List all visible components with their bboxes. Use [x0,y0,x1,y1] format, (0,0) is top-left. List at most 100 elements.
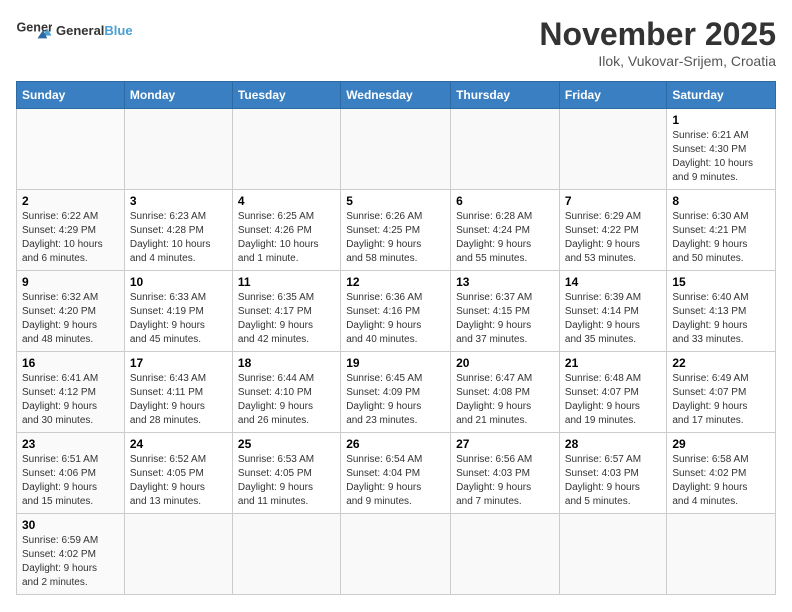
day-number: 14 [565,275,661,289]
day-cell: 12Sunrise: 6:36 AM Sunset: 4:16 PM Dayli… [341,271,451,352]
day-cell: 24 Sunrise: 6:52 AM Sunset: 4:05 PM Dayli… [124,433,232,514]
location: Ilok, Vukovar-Srijem, Croatia [539,53,776,69]
title-block: November 2025 Ilok, Vukovar-Srijem, Croa… [539,16,776,69]
day-cell: 2Sunrise: 6:22 AM Sunset: 4:29 PM Daylig… [17,190,125,271]
day-number: 12 [346,275,445,289]
day-cell: 16 Sunrise: 6:41 AM Sunset: 4:12 PM Dayli… [17,352,125,433]
day-info: Sunrise: 6:44 AM Sunset: 4:10 PM Dayligh… [238,372,335,428]
day-info: Sunrise: 6:21 AM Sunset: 4:30 PM Dayligh… [672,129,770,185]
week-row-3: 9Sunrise: 6:32 AM Sunset: 4:20 PM Daylig… [17,271,776,352]
day-number: 28 [565,437,661,451]
col-header-sunday: Sunday [17,82,125,109]
day-info: Sunrise: 6:22 AM Sunset: 4:29 PM Dayligh… [22,210,119,266]
day-info: Sunrise: 6:40 AM Sunset: 4:13 PM Dayligh… [672,291,770,347]
logo: General GeneralBlue [16,16,133,44]
day-cell [124,109,232,190]
day-cell [451,109,560,190]
day-info: Sunrise: 6:56 AM Sunset: 4:03 PM Dayligh… [456,453,554,509]
day-cell: 4 Sunrise: 6:25 AM Sunset: 4:26 PM Daylig… [232,190,340,271]
week-row-6: 30Sunrise: 6:59 AM Sunset: 4:02 PM Dayli… [17,514,776,595]
day-info: Sunrise: 6:26 AM Sunset: 4:25 PM Dayligh… [346,210,445,266]
day-number: 25 [238,437,335,451]
day-cell: 5 Sunrise: 6:26 AM Sunset: 4:25 PM Daylig… [341,190,451,271]
day-cell: 15Sunrise: 6:40 AM Sunset: 4:13 PM Dayli… [667,271,776,352]
day-number: 24 [130,437,227,451]
page-header: General GeneralBlue November 2025 Ilok, … [16,16,776,69]
day-cell: 7 Sunrise: 6:29 AM Sunset: 4:22 PM Daylig… [559,190,666,271]
day-info: Sunrise: 6:58 AM Sunset: 4:02 PM Dayligh… [672,453,770,509]
day-info: Sunrise: 6:57 AM Sunset: 4:03 PM Dayligh… [565,453,661,509]
day-info: Sunrise: 6:47 AM Sunset: 4:08 PM Dayligh… [456,372,554,428]
day-cell: 23 Sunrise: 6:51 AM Sunset: 4:06 PM Dayli… [17,433,125,514]
day-cell: 22Sunrise: 6:49 AM Sunset: 4:07 PM Dayli… [667,352,776,433]
day-info: Sunrise: 6:43 AM Sunset: 4:11 PM Dayligh… [130,372,227,428]
day-info: Sunrise: 6:37 AM Sunset: 4:15 PM Dayligh… [456,291,554,347]
day-info: Sunrise: 6:32 AM Sunset: 4:20 PM Dayligh… [22,291,119,347]
col-header-saturday: Saturday [667,82,776,109]
day-info: Sunrise: 6:39 AM Sunset: 4:14 PM Dayligh… [565,291,661,347]
day-cell [667,514,776,595]
day-info: Sunrise: 6:51 AM Sunset: 4:06 PM Dayligh… [22,453,119,509]
day-cell: 14 Sunrise: 6:39 AM Sunset: 4:14 PM Dayli… [559,271,666,352]
day-number: 5 [346,194,445,208]
day-number: 11 [238,275,335,289]
week-row-4: 16 Sunrise: 6:41 AM Sunset: 4:12 PM Dayli… [17,352,776,433]
day-number: 27 [456,437,554,451]
day-number: 4 [238,194,335,208]
header-row: SundayMondayTuesdayWednesdayThursdayFrid… [17,82,776,109]
day-number: 23 [22,437,119,451]
day-cell: 28 Sunrise: 6:57 AM Sunset: 4:03 PM Dayli… [559,433,666,514]
col-header-tuesday: Tuesday [232,82,340,109]
day-cell: 30Sunrise: 6:59 AM Sunset: 4:02 PM Dayli… [17,514,125,595]
day-number: 10 [130,275,227,289]
day-number: 20 [456,356,554,370]
day-number: 6 [456,194,554,208]
day-info: Sunrise: 6:41 AM Sunset: 4:12 PM Dayligh… [22,372,119,428]
day-info: Sunrise: 6:25 AM Sunset: 4:26 PM Dayligh… [238,210,335,266]
day-cell: 17Sunrise: 6:43 AM Sunset: 4:11 PM Dayli… [124,352,232,433]
calendar-header: SundayMondayTuesdayWednesdayThursdayFrid… [17,82,776,109]
day-number: 18 [238,356,335,370]
col-header-monday: Monday [124,82,232,109]
day-info: Sunrise: 6:48 AM Sunset: 4:07 PM Dayligh… [565,372,661,428]
day-number: 16 [22,356,119,370]
col-header-thursday: Thursday [451,82,560,109]
day-cell: 21 Sunrise: 6:48 AM Sunset: 4:07 PM Dayli… [559,352,666,433]
calendar-table: SundayMondayTuesdayWednesdayThursdayFrid… [16,81,776,595]
col-header-friday: Friday [559,82,666,109]
day-info: Sunrise: 6:52 AM Sunset: 4:05 PM Dayligh… [130,453,227,509]
day-cell: 11Sunrise: 6:35 AM Sunset: 4:17 PM Dayli… [232,271,340,352]
week-row-1: 1 Sunrise: 6:21 AM Sunset: 4:30 PM Daylig… [17,109,776,190]
day-number: 3 [130,194,227,208]
day-cell: 26 Sunrise: 6:54 AM Sunset: 4:04 PM Dayli… [341,433,451,514]
calendar-body: 1 Sunrise: 6:21 AM Sunset: 4:30 PM Daylig… [17,109,776,595]
day-info: Sunrise: 6:29 AM Sunset: 4:22 PM Dayligh… [565,210,661,266]
day-cell: 18 Sunrise: 6:44 AM Sunset: 4:10 PM Dayli… [232,352,340,433]
day-cell: 3 Sunrise: 6:23 AM Sunset: 4:28 PM Daylig… [124,190,232,271]
day-cell [451,514,560,595]
day-number: 1 [672,113,770,127]
day-number: 29 [672,437,770,451]
day-cell [17,109,125,190]
col-header-wednesday: Wednesday [341,82,451,109]
day-cell [559,109,666,190]
day-info: Sunrise: 6:33 AM Sunset: 4:19 PM Dayligh… [130,291,227,347]
day-cell: 10 Sunrise: 6:33 AM Sunset: 4:19 PM Dayli… [124,271,232,352]
day-cell [232,514,340,595]
week-row-2: 2Sunrise: 6:22 AM Sunset: 4:29 PM Daylig… [17,190,776,271]
day-cell: 1 Sunrise: 6:21 AM Sunset: 4:30 PM Daylig… [667,109,776,190]
day-cell [341,514,451,595]
day-cell: 8Sunrise: 6:30 AM Sunset: 4:21 PM Daylig… [667,190,776,271]
week-row-5: 23 Sunrise: 6:51 AM Sunset: 4:06 PM Dayli… [17,433,776,514]
day-info: Sunrise: 6:49 AM Sunset: 4:07 PM Dayligh… [672,372,770,428]
day-number: 26 [346,437,445,451]
day-number: 7 [565,194,661,208]
day-cell: 29 Sunrise: 6:58 AM Sunset: 4:02 PM Dayli… [667,433,776,514]
day-info: Sunrise: 6:23 AM Sunset: 4:28 PM Dayligh… [130,210,227,266]
day-cell: 25Sunrise: 6:53 AM Sunset: 4:05 PM Dayli… [232,433,340,514]
day-cell: 20 Sunrise: 6:47 AM Sunset: 4:08 PM Dayli… [451,352,560,433]
day-cell [559,514,666,595]
day-info: Sunrise: 6:54 AM Sunset: 4:04 PM Dayligh… [346,453,445,509]
day-number: 19 [346,356,445,370]
day-number: 21 [565,356,661,370]
